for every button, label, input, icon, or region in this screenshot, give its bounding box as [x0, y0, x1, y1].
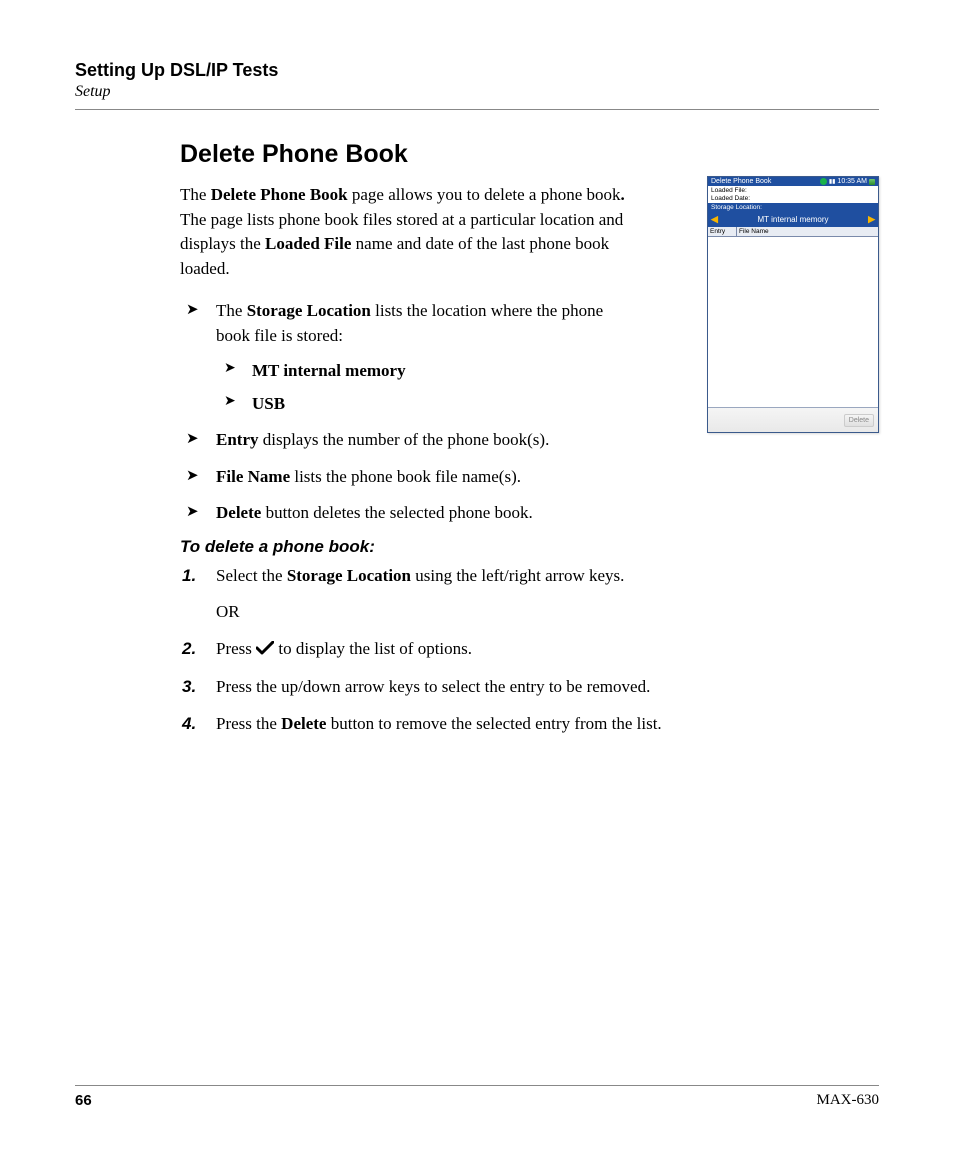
- bullet-delete: Delete button deletes the selected phone…: [180, 500, 880, 526]
- storage-header: Storage Location:: [708, 203, 878, 212]
- storage-sub-list: MT internal memory USB: [216, 357, 635, 417]
- col-entry: Entry: [708, 227, 737, 236]
- bullet-filename: File Name lists the phone book file name…: [180, 464, 880, 490]
- loaded-file-row: Loaded File:: [708, 186, 878, 194]
- left-arrow-icon[interactable]: ◀: [711, 214, 718, 225]
- device-screenshot: Delete Phone Book ▮▮ 10:35 AM Loaded Fil…: [707, 176, 879, 433]
- power-icon: [869, 179, 875, 185]
- table-body: [708, 237, 878, 407]
- delete-button[interactable]: Delete: [844, 414, 874, 427]
- section-title: Setup: [75, 83, 879, 101]
- page-number: 66: [75, 1092, 92, 1109]
- model-number: MAX-630: [817, 1092, 880, 1109]
- step-1-or: OR: [216, 599, 880, 625]
- bullet-storage: The Storage Location lists the location …: [180, 298, 635, 417]
- bullet-list-2: File Name lists the phone book file name…: [180, 464, 880, 525]
- step-2: Press to display the list of options.: [180, 636, 880, 662]
- storage-selector[interactable]: ◀ MT internal memory ▶: [708, 212, 878, 227]
- screenshot-footer: Delete: [708, 407, 878, 432]
- signal-icon: ▮▮: [829, 178, 836, 185]
- screenshot-titlebar: Delete Phone Book ▮▮ 10:35 AM: [708, 177, 878, 186]
- col-filename: File Name: [737, 227, 878, 236]
- sub-mt-memory: MT internal memory: [216, 357, 635, 384]
- right-arrow-icon[interactable]: ▶: [868, 214, 875, 225]
- screenshot-status: ▮▮ 10:35 AM: [820, 178, 875, 185]
- header-rule: [75, 109, 879, 110]
- page-footer: 66 MAX-630: [75, 1077, 879, 1109]
- sub-usb: USB: [216, 390, 635, 417]
- table-header: Entry File Name: [708, 227, 878, 237]
- step-1: Select the Storage Location using the le…: [180, 563, 880, 624]
- screenshot-time: 10:35 AM: [837, 178, 867, 185]
- footer-rule: [75, 1085, 879, 1086]
- chapter-title: Setting Up DSL/IP Tests: [75, 60, 879, 81]
- bullet-entry: Entry displays the number of the phone b…: [180, 427, 635, 453]
- page-title: Delete Phone Book: [180, 140, 879, 169]
- bullet-list-1: The Storage Location lists the location …: [180, 298, 635, 453]
- checkmark-icon: [256, 641, 274, 655]
- status-dot-icon: [820, 178, 827, 185]
- procedure-heading: To delete a phone book:: [180, 537, 879, 557]
- step-3: Press the up/down arrow keys to select t…: [180, 674, 880, 700]
- steps-list: Select the Storage Location using the le…: [180, 563, 880, 737]
- storage-value: MT internal memory: [758, 215, 829, 224]
- intro-paragraph: The Delete Phone Book page allows you to…: [180, 183, 640, 282]
- loaded-date-row: Loaded Date:: [708, 194, 878, 202]
- step-4: Press the Delete button to remove the se…: [180, 711, 880, 737]
- screenshot-title: Delete Phone Book: [711, 178, 771, 185]
